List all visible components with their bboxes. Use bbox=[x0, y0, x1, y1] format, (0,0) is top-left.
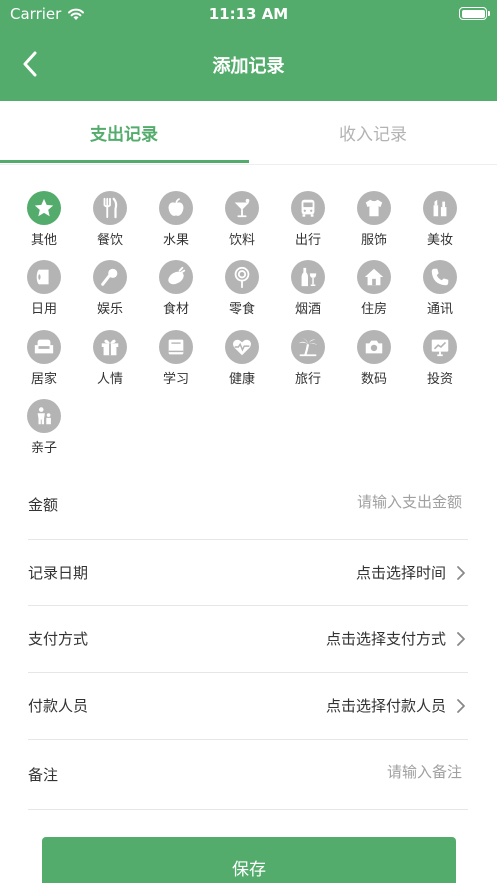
record-type-tabs: 支出记录 收入记录 bbox=[0, 101, 497, 165]
payment-method-row[interactable]: 支付方式 点击选择支付方式 bbox=[28, 606, 468, 673]
lollipop-icon bbox=[234, 266, 250, 288]
category-label: 服饰 bbox=[360, 233, 387, 248]
payer-row[interactable]: 付款人员 点击选择付款人员 bbox=[28, 673, 468, 740]
makeup-icon bbox=[433, 199, 447, 217]
category-label: 烟酒 bbox=[294, 302, 321, 317]
date-value: 点击选择时间 bbox=[355, 564, 446, 582]
book-icon bbox=[168, 339, 184, 355]
category-item-study[interactable]: 学习 bbox=[147, 330, 205, 396]
camera-icon bbox=[365, 340, 383, 354]
bus-icon bbox=[301, 199, 315, 217]
chevron-right-icon bbox=[457, 632, 465, 646]
category-item-makeup[interactable]: 美妆 bbox=[411, 191, 469, 257]
tab-indicator bbox=[0, 160, 249, 163]
payment-method-value: 点击选择支付方式 bbox=[325, 630, 446, 648]
vegetable-icon bbox=[168, 266, 186, 285]
category-item-gifts[interactable]: 人情 bbox=[81, 330, 139, 396]
category-label: 通讯 bbox=[426, 302, 453, 317]
category-item-telecom[interactable]: 通讯 bbox=[411, 260, 469, 326]
nav-header: Carrier 11:13 AM 添加记录 bbox=[0, 0, 497, 101]
category-item-other[interactable]: 其他 bbox=[15, 191, 73, 257]
category-label: 美妆 bbox=[426, 233, 453, 248]
house-icon bbox=[364, 268, 384, 286]
category-label: 食材 bbox=[162, 302, 189, 317]
category-label: 零食 bbox=[228, 302, 255, 317]
category-item-entertainment[interactable]: 娱乐 bbox=[81, 260, 139, 326]
palm-tree-icon bbox=[298, 337, 318, 357]
category-label: 数码 bbox=[360, 372, 387, 387]
shirt-icon bbox=[365, 199, 383, 217]
fork-knife-icon bbox=[103, 197, 118, 219]
date-row[interactable]: 记录日期 点击选择时间 bbox=[28, 540, 468, 606]
category-item-groceries[interactable]: 食材 bbox=[147, 260, 205, 326]
category-label: 娱乐 bbox=[96, 302, 123, 317]
category-label: 餐饮 bbox=[96, 233, 123, 248]
category-label: 居家 bbox=[30, 372, 57, 387]
page-title: 添加记录 bbox=[212, 56, 285, 77]
save-button[interactable]: 保存 bbox=[42, 837, 456, 883]
category-label: 日用 bbox=[30, 302, 57, 317]
category-label: 旅行 bbox=[294, 372, 321, 387]
note-input[interactable] bbox=[202, 763, 462, 781]
category-item-parenting[interactable]: 亲子 bbox=[15, 399, 73, 465]
tab-expense[interactable]: 支出记录 bbox=[0, 101, 248, 164]
toilet-paper-icon bbox=[36, 269, 49, 285]
category-label: 住房 bbox=[360, 302, 387, 317]
category-item-drinks[interactable]: 饮料 bbox=[213, 191, 271, 257]
sofa-icon bbox=[34, 339, 54, 354]
apple-icon bbox=[168, 198, 184, 216]
star-icon bbox=[34, 198, 54, 217]
category-label: 健康 bbox=[228, 372, 255, 387]
category-item-travel[interactable]: 旅行 bbox=[279, 330, 337, 396]
parent-child-icon bbox=[37, 407, 51, 425]
chevron-right-icon bbox=[457, 699, 465, 713]
cocktail-icon bbox=[234, 198, 250, 218]
category-item-dining[interactable]: 餐饮 bbox=[81, 191, 139, 257]
category-label: 人情 bbox=[96, 372, 123, 387]
amount-label: 金额 bbox=[28, 496, 59, 514]
status-time: 11:13 AM bbox=[208, 5, 289, 23]
chevron-right-icon bbox=[457, 566, 465, 580]
gift-icon bbox=[101, 339, 119, 356]
category-label: 水果 bbox=[162, 233, 189, 248]
category-item-home[interactable]: 居家 bbox=[15, 330, 73, 396]
category-item-clothing[interactable]: 服饰 bbox=[345, 191, 403, 257]
heart-pulse-icon bbox=[232, 339, 252, 356]
category-item-housing[interactable]: 住房 bbox=[345, 260, 403, 326]
tab-income[interactable]: 收入记录 bbox=[249, 101, 497, 164]
status-bar: Carrier 11:13 AM bbox=[0, 0, 497, 28]
category-item-fruit[interactable]: 水果 bbox=[147, 191, 205, 257]
battery-icon bbox=[459, 7, 490, 20]
chart-icon bbox=[431, 339, 449, 357]
payment-method-label: 支付方式 bbox=[28, 630, 89, 648]
payer-label: 付款人员 bbox=[28, 697, 89, 715]
phone-icon bbox=[431, 268, 449, 286]
category-item-snacks[interactable]: 零食 bbox=[213, 260, 271, 326]
category-item-digital[interactable]: 数码 bbox=[345, 330, 403, 396]
microphone-icon bbox=[101, 268, 118, 286]
note-label: 备注 bbox=[28, 766, 59, 784]
amount-row: 金额 bbox=[28, 470, 468, 540]
wine-icon bbox=[301, 267, 317, 287]
category-item-health[interactable]: 健康 bbox=[213, 330, 271, 396]
category-item-daily[interactable]: 日用 bbox=[15, 260, 73, 326]
category-label: 投资 bbox=[426, 372, 453, 387]
payer-value: 点击选择付款人员 bbox=[325, 697, 446, 715]
category-label: 饮料 bbox=[228, 233, 255, 248]
date-label: 记录日期 bbox=[28, 564, 89, 582]
category-item-tobacco-alcohol[interactable]: 烟酒 bbox=[279, 260, 337, 326]
category-label: 亲子 bbox=[30, 441, 57, 456]
note-row: 备注 bbox=[28, 740, 468, 810]
category-label: 其他 bbox=[30, 233, 57, 248]
category-item-transport[interactable]: 出行 bbox=[279, 191, 337, 257]
category-label: 学习 bbox=[162, 372, 189, 387]
category-label: 出行 bbox=[294, 233, 321, 248]
amount-input[interactable] bbox=[202, 493, 462, 511]
category-item-investment[interactable]: 投资 bbox=[411, 330, 469, 396]
